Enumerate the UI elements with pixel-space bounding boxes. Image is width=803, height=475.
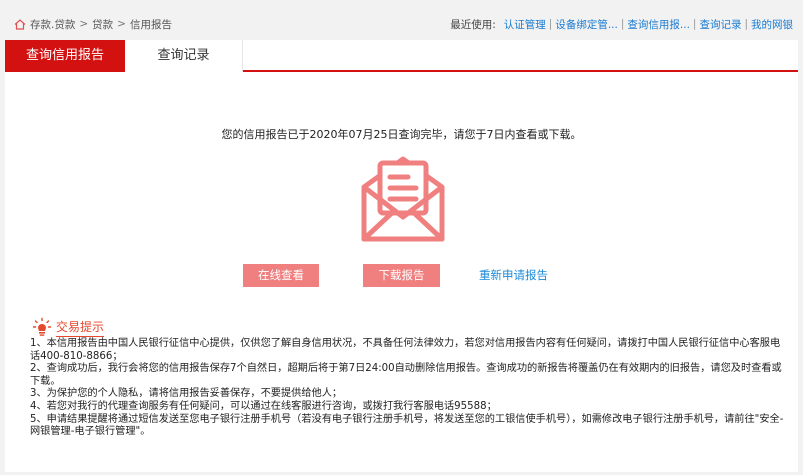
breadcrumb-separator: > (79, 18, 89, 30)
tips-list: 1、本信用报告由中国人民银行征信中心提供，仅供您了解自身信用状况，不具备任何法律… (30, 338, 790, 439)
divider: | (744, 18, 748, 30)
recent-links: 最近使用: 认证管理 | 设备绑定管... | 查询信用报... | 查询记录 … (450, 17, 793, 31)
tab-query-records[interactable]: 查询记录 (125, 40, 243, 72)
tab-query-credit-report[interactable]: 查询信用报告 (5, 40, 125, 72)
breadcrumb-separator: > (117, 18, 126, 30)
lightbulb-icon (32, 317, 52, 336)
tips-title: 交易提示 (56, 318, 105, 337)
recent-link-query-records[interactable]: 查询记录 (699, 17, 741, 32)
recent-link-my-ebank[interactable]: 我的网银 (751, 17, 793, 32)
home-icon[interactable] (14, 18, 26, 30)
tips-header: 交易提示 (32, 317, 105, 337)
completion-notice: 您的信用报告已于2020年07月25日查询完毕，请您于7日内查看或下载。 (221, 128, 582, 141)
main-panel: 查询信用报告 查询记录 您的信用报告已于2020年07月25日查询完毕，请您于7… (5, 40, 798, 472)
top-bar: 存款.贷款 > 贷款 > 信用报告 最近使用: 认证管理 | 设备绑定管... … (0, 0, 803, 38)
reapply-report-link[interactable]: 重新申请报告 (479, 264, 548, 287)
envelope-document-icon (361, 156, 445, 242)
breadcrumb-item-loan[interactable]: 贷款 (92, 17, 113, 32)
breadcrumb-item-credit-report: 信用报告 (129, 18, 172, 31)
recent-link-auth-management[interactable]: 认证管理 (504, 17, 546, 32)
tip-item: 3、为保护您的个人隐私，请将信用报告妥善保存，不要提供给他人； (30, 388, 343, 400)
breadcrumb-item-deposit-loan[interactable]: 存款.贷款 (30, 17, 75, 32)
divider: | (548, 18, 553, 30)
recent-link-credit-query[interactable]: 查询信用报... (627, 17, 690, 32)
breadcrumb: 存款.贷款 > 贷款 > 信用报告 (14, 17, 172, 31)
divider: | (692, 18, 697, 30)
view-online-button[interactable]: 在线查看 (243, 264, 319, 287)
divider: | (620, 18, 625, 30)
tip-item: 2、查询成功后，我行会将您的信用报告保存7个自然日，超期后将于第7日24:00自… (30, 363, 782, 387)
tip-item: 4、若您对我行的代理查询服务有任何疑问，可以通过在线客服进行咨询，或拨打我行客服… (30, 400, 497, 412)
tip-item: 1、本信用报告由中国人民银行征信中心提供，仅供您了解自身信用状况，不具备任何法律… (30, 338, 781, 362)
recent-label: 最近使用: (450, 18, 496, 31)
recent-link-device-binding[interactable]: 设备绑定管... (555, 17, 618, 32)
download-report-button[interactable]: 下载报告 (363, 264, 440, 287)
tab-bar: 查询信用报告 查询记录 (5, 40, 798, 72)
tip-item: 5、申请结果提醒将通过短信发送至您电子银行注册手机号（若没有电子银行注册手机号，… (30, 413, 784, 438)
